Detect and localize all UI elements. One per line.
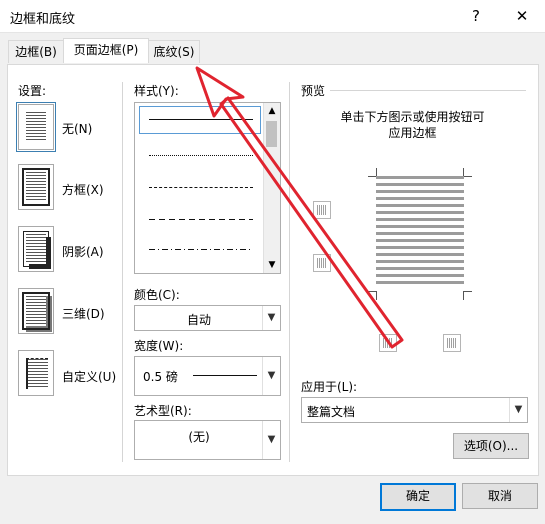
art-label: 艺术型(R): [134,404,192,418]
color-combobox[interactable]: 自动 ▼ [134,305,281,331]
apply-to-combobox[interactable]: 整篇文档 ▼ [301,397,528,423]
setting-box-tile[interactable] [18,164,54,210]
shadow-border-icon [23,231,49,267]
preview-instruction-2: 应用边框 [388,126,437,140]
cancel-button[interactable]: 取消 [462,483,538,509]
preview-label: 预览 [301,84,326,98]
setting-none-tile[interactable] [16,102,56,152]
title-bar: 边框和底纹 ? ✕ [0,0,545,32]
column-separator [289,82,290,462]
style-dash-dot-line[interactable] [149,249,253,250]
page-lines-icon [26,112,46,142]
options-button[interactable]: 选项(O)... [453,433,529,459]
ok-button[interactable]: 确定 [380,483,456,511]
preview-area[interactable] [368,168,472,300]
help-button[interactable]: ? [464,6,488,26]
width-label: 宽度(W): [134,339,184,353]
column-separator [122,82,123,462]
style-listbox[interactable]: ▲ ▼ [134,102,281,274]
setting-3d-tile[interactable] [18,288,54,334]
middle-border-button[interactable] [313,254,331,272]
style-dashed-line[interactable] [149,187,253,188]
window-title: 边框和底纹 [10,12,76,27]
corner-mark [368,291,377,300]
box-border-icon [22,168,50,206]
style-label: 样式(Y): [134,84,179,98]
width-combobox[interactable]: 0.5 磅 ▼ [134,356,281,396]
left-border-icon [383,338,393,348]
width-line-sample [193,375,257,376]
chevron-down-icon[interactable]: ▼ [509,398,527,422]
setting-shadow-tile[interactable] [18,226,54,272]
top-border-button[interactable] [313,201,331,219]
setting-3d-label[interactable]: 三维(D) [62,305,105,322]
scroll-thumb[interactable] [266,121,277,147]
setting-custom-label[interactable]: 自定义(U) [62,368,116,385]
corner-mark [463,168,472,177]
scroll-up-icon[interactable]: ▲ [264,103,280,119]
top-border-icon [317,205,327,215]
chevron-down-icon[interactable]: ▼ [262,421,280,459]
style-solid-line[interactable] [149,119,253,120]
tab-shading[interactable]: 底纹(S) [148,40,200,63]
preview-instruction-1: 单击下方图示或使用按钮可 [340,110,485,124]
art-value: (无) [188,430,210,444]
right-border-icon [447,338,457,348]
preview-rule [330,90,526,91]
width-value: 0.5 磅 [143,370,178,384]
art-combobox[interactable]: (无) ▼ [134,420,281,460]
style-long-dash-line[interactable] [149,219,253,220]
tab-page-border[interactable]: 页面边框(P) [63,38,149,63]
setting-box-label[interactable]: 方框(X) [62,181,104,198]
style-dotted-line[interactable] [149,155,253,156]
style-scrollbar[interactable]: ▲ ▼ [263,103,280,273]
scroll-down-icon[interactable]: ▼ [264,257,280,273]
chevron-down-icon[interactable]: ▼ [262,306,280,330]
apply-to-value: 整篇文档 [307,405,356,419]
tab-borders[interactable]: 边框(B) [8,40,64,63]
setting-shadow-label[interactable]: 阴影(A) [62,243,104,260]
left-border-button[interactable] [379,334,397,352]
setting-custom-tile[interactable] [18,350,54,396]
setting-none-label[interactable]: 无(N) [62,120,92,137]
settings-label: 设置: [18,84,47,98]
color-label: 颜色(C): [134,288,180,302]
close-button[interactable]: ✕ [510,6,534,26]
preview-page-lines [376,176,464,284]
color-value: 自动 [186,313,211,327]
3d-border-icon [22,292,50,330]
custom-border-icon [26,358,48,389]
right-border-button[interactable] [443,334,461,352]
corner-mark [463,291,472,300]
apply-to-label: 应用于(L): [301,380,358,394]
chevron-down-icon[interactable]: ▼ [262,357,280,395]
style-selected-highlight [139,106,261,134]
horizontal-border-icon [317,258,327,268]
